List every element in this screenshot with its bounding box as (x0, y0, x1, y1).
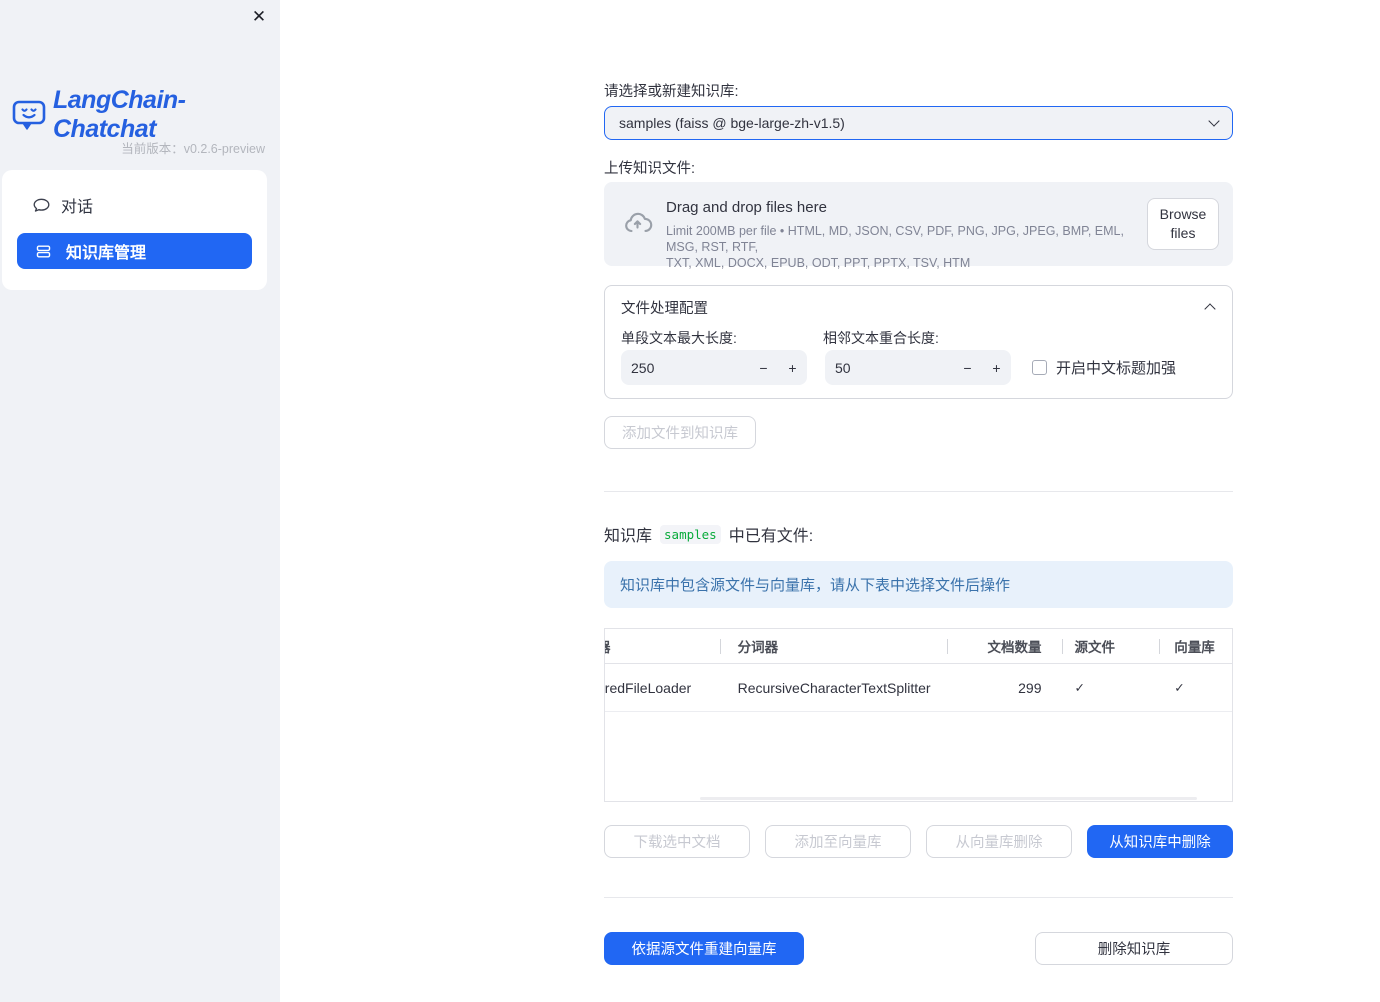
table-row[interactable]: uredFileLoader RecursiveCharacterTextSpl… (605, 664, 1232, 712)
chunk-minus-button[interactable]: − (749, 350, 778, 385)
add-to-vector-button[interactable]: 添加至向量库 (765, 825, 911, 858)
dropzone-limit-line2: TXT, XML, DOCX, EPUB, ODT, PPT, PPTX, TS… (666, 256, 971, 270)
delete-from-kb-button[interactable]: 从知识库中删除 (1087, 825, 1233, 858)
overlap-stepper: − + (825, 350, 1011, 385)
kb-files-prefix: 知识库 (604, 528, 653, 545)
main-content: 请选择或新建知识库: samples (faiss @ bge-large-zh… (604, 0, 1233, 1002)
chevron-down-icon (1208, 115, 1220, 127)
sidebar-item-label: 知识库管理 (66, 245, 147, 262)
rebuild-vector-button[interactable]: 依据源文件重建向量库 (604, 932, 804, 965)
version-value: v0.2.6-preview (183, 142, 265, 156)
overlap-input[interactable] (825, 359, 953, 376)
kb-name-code: samples (660, 524, 721, 544)
kb-files-suffix: 中已有文件: (728, 528, 814, 545)
chat-bubble-icon (32, 196, 51, 215)
cell-doc-count: 299 (1018, 679, 1042, 696)
kb-select[interactable]: samples (faiss @ bge-large-zh-v1.5) (604, 106, 1233, 140)
divider (604, 897, 1233, 898)
zh-title-enhance: 开启中文标题加强 (1032, 357, 1176, 378)
add-files-button[interactable]: 添加文件到知识库 (604, 416, 756, 449)
overlap-minus-button[interactable]: − (953, 350, 982, 385)
logo: LangChain-Chatchat (12, 86, 280, 144)
col-loader-header[interactable]: 器 (605, 629, 720, 663)
dropzone-title: Drag and drop files here (666, 199, 827, 216)
cell-splitter: RecursiveCharacterTextSplitter (737, 679, 931, 696)
sidebar: ✕ LangChain-Chatchat 当前版本：v0.2.6-preview (0, 0, 280, 1002)
files-table: 器 分词器 文档数量 源文件 向量库 uredFileLoader Recurs… (604, 628, 1233, 802)
dropzone-limit-line1: Limit 200MB per file • HTML, MD, JSON, C… (666, 224, 1124, 254)
sidebar-item-knowledge-base[interactable]: 知识库管理 (17, 233, 252, 269)
chevron-up-icon (1204, 303, 1216, 315)
kb-select-label: 请选择或新建知识库: (604, 84, 739, 100)
version-label: 当前版本： (121, 142, 184, 156)
version-text: 当前版本：v0.2.6-preview (121, 138, 265, 157)
upload-label: 上传知识文件: (604, 161, 696, 177)
cell-source-check: ✓ (1074, 681, 1085, 695)
expander-title: 文件处理配置 (621, 301, 708, 317)
browse-files-button[interactable]: Browse files (1147, 198, 1219, 250)
kb-files-heading: 知识库 samples 中已有文件: (604, 522, 813, 546)
logo-wordmark: LangChain-Chatchat (53, 86, 186, 143)
col-vector-store-header[interactable]: 向量库 (1159, 629, 1232, 663)
chunk-plus-button[interactable]: + (778, 350, 807, 385)
dropzone-limit-text: Limit 200MB per file • HTML, MD, JSON, C… (666, 223, 1146, 271)
divider (604, 491, 1233, 492)
close-icon[interactable]: ✕ (248, 6, 270, 28)
file-config-expander: 文件处理配置 单段文本最大长度: 相邻文本重合长度: − + − + 开启中文标… (604, 285, 1233, 399)
zh-title-enhance-checkbox[interactable] (1032, 360, 1047, 375)
file-dropzone[interactable]: Drag and drop files here Limit 200MB per… (604, 182, 1233, 270)
download-selected-button[interactable]: 下载选中文档 (604, 825, 750, 858)
table-header-row: 器 分词器 文档数量 源文件 向量库 (605, 629, 1232, 664)
cloud-upload-icon (621, 208, 654, 238)
app-window: ✕ LangChain-Chatchat 当前版本：v0.2.6-preview (0, 0, 1380, 1002)
horizontal-scrollbar[interactable] (700, 797, 1197, 800)
logo-chat-bubble-icon (12, 99, 46, 131)
kb-select-value: samples (faiss @ bge-large-zh-v1.5) (619, 115, 845, 131)
sidebar-item-label: 对话 (61, 199, 94, 216)
overlap-label: 相邻文本重合长度: (823, 330, 939, 346)
col-splitter-header[interactable]: 分词器 (719, 629, 947, 663)
col-source-file-header[interactable]: 源文件 (1061, 629, 1160, 663)
col-doc-count-header[interactable]: 文档数量 (946, 629, 1062, 663)
file-action-buttons: 下载选中文档 添加至向量库 从向量库删除 从知识库中删除 (604, 825, 1233, 858)
chunk-size-label: 单段文本最大长度: (621, 330, 737, 346)
cell-vector-check: ✓ (1174, 681, 1185, 695)
delete-kb-button[interactable]: 删除知识库 (1035, 932, 1233, 965)
chunk-size-stepper: − + (621, 350, 807, 385)
stacked-collection-icon (35, 243, 52, 260)
expander-header[interactable]: 文件处理配置 (605, 286, 1232, 322)
sidebar-item-dialogue[interactable]: 对话 (17, 187, 252, 223)
cell-loader: uredFileLoader (605, 679, 692, 696)
chunk-size-input[interactable] (621, 359, 749, 376)
overlap-plus-button[interactable]: + (982, 350, 1011, 385)
delete-from-vector-button[interactable]: 从向量库删除 (926, 825, 1072, 858)
info-banner: 知识库中包含源文件与向量库，请从下表中选择文件后操作 (604, 561, 1233, 608)
sidebar-menu: 对话 知识库管理 (2, 170, 267, 290)
zh-title-enhance-label: 开启中文标题加强 (1056, 360, 1177, 377)
